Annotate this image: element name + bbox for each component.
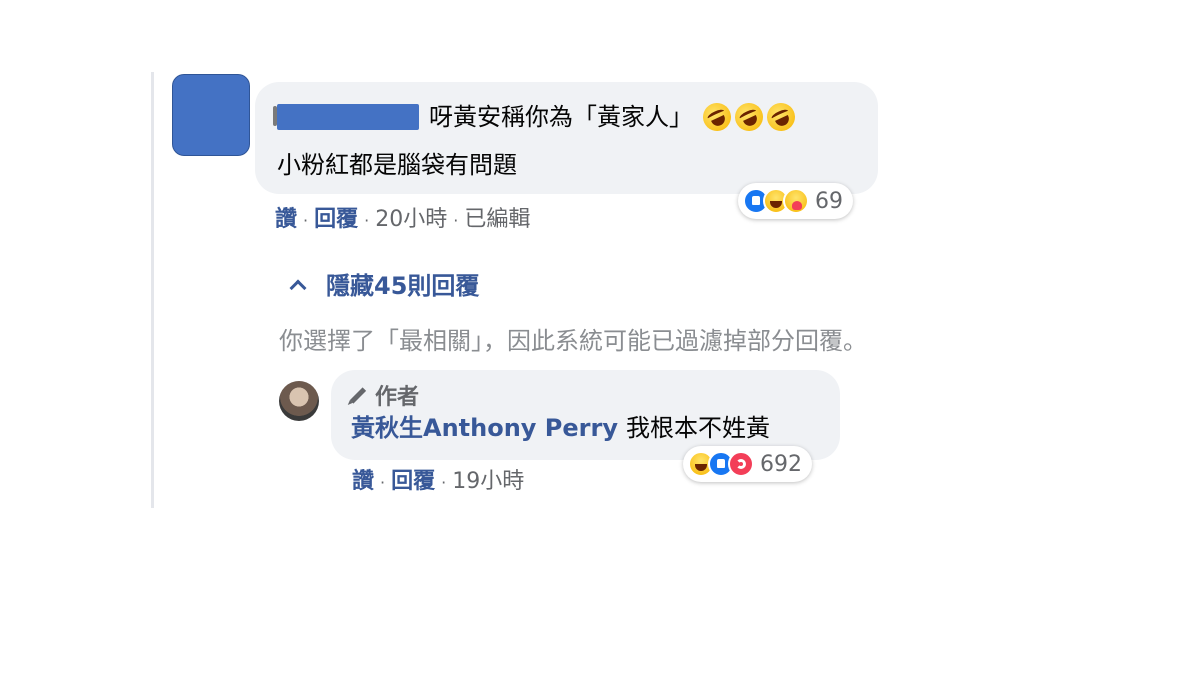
comment-actions: 讚 · 回覆 · 20小時 · 已編輯 <box>275 201 530 233</box>
separator: · <box>441 473 447 492</box>
chevron-up-icon <box>289 279 307 296</box>
comment-text-1: 呀黃安稱你為「黃家人」 <box>429 103 693 131</box>
redacted-avatar[interactable] <box>172 74 250 156</box>
separator: · <box>380 473 386 492</box>
edited-label[interactable]: 已編輯 <box>464 207 530 232</box>
comment-bubble: 呀黃安稱你為「黃家人」 小粉紅都是腦袋有問題 <box>255 82 878 194</box>
reply-text: 我根本不姓黃 <box>625 414 770 442</box>
like-button[interactable]: 讚 <box>352 469 374 494</box>
pencil-icon <box>349 386 367 404</box>
reply-button[interactable]: 回覆 <box>314 207 358 232</box>
comment-line-1: 呀黃安稱你為「黃家人」 <box>273 98 800 136</box>
reply-actions: 讚 · 回覆 · 19小時 <box>352 463 524 495</box>
reaction-count: 69 <box>815 188 843 214</box>
redacted-commenter-name[interactable] <box>273 104 419 130</box>
thread-line <box>151 72 154 508</box>
filter-note: 你選擇了「最相關」，因此系統可能已過濾掉部分回覆。 <box>279 327 867 355</box>
emoji-group <box>698 98 800 136</box>
hide-replies-label: 隱藏45則回覆 <box>326 272 480 300</box>
reply-reactions[interactable]: 692 <box>683 446 812 482</box>
author-badge: 作者 <box>349 379 419 411</box>
reply-text-line: 黃秋生Anthony Perry 我根本不姓黃 <box>351 413 770 443</box>
care-icon <box>783 188 809 214</box>
separator: · <box>303 211 309 230</box>
reply-button[interactable]: 回覆 <box>391 469 435 494</box>
rofl-emoji-icon <box>730 98 768 136</box>
author-badge-label: 作者 <box>375 385 420 410</box>
separator: · <box>364 211 370 230</box>
rofl-emoji-icon <box>698 98 736 136</box>
comment-text-2: 小粉紅都是腦袋有問題 <box>277 151 517 179</box>
reply-author-link[interactable]: 黃秋生Anthony Perry <box>351 414 618 442</box>
timestamp[interactable]: 19小時 <box>452 469 524 494</box>
hide-replies-button[interactable]: 隱藏45則回覆 <box>289 266 480 301</box>
love-icon <box>728 451 754 477</box>
comment-reactions[interactable]: 69 <box>738 183 853 219</box>
rofl-emoji-icon <box>762 98 800 136</box>
like-button[interactable]: 讚 <box>275 207 297 232</box>
reaction-count: 692 <box>760 451 802 477</box>
timestamp[interactable]: 20小時 <box>375 207 447 232</box>
reply-avatar[interactable] <box>279 381 319 421</box>
separator: · <box>453 211 459 230</box>
